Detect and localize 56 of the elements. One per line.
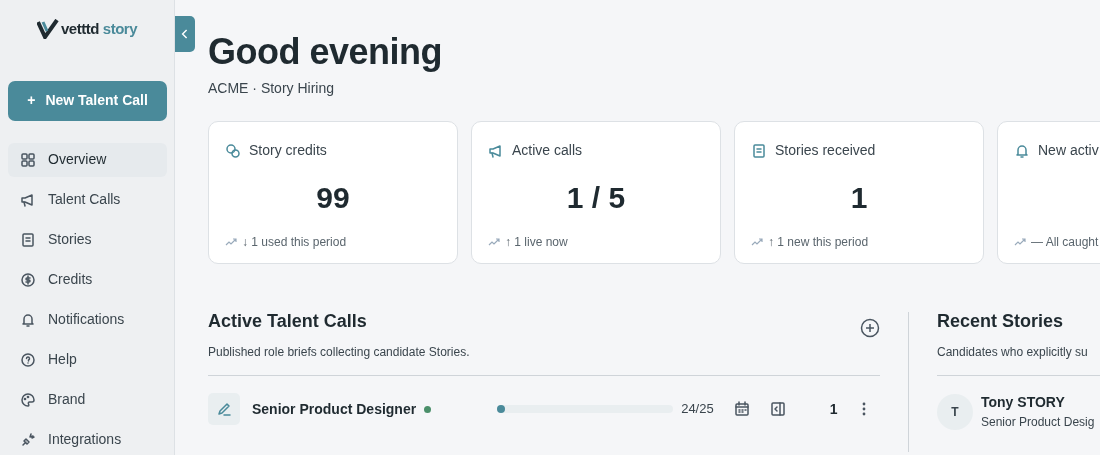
candidate-name: Tony STORY <box>981 393 1065 412</box>
plug-icon <box>20 431 36 448</box>
story-count: 1 <box>829 399 838 419</box>
section-subtitle: Published role briefs collecting candidate Stories. <box>208 344 470 361</box>
nav-item[interactable]: Stories <box>8 222 167 257</box>
grid-icon <box>20 151 36 168</box>
call-title: Senior Product Designer <box>252 399 417 419</box>
megaphone-icon <box>488 142 504 159</box>
book-icon <box>751 142 767 159</box>
candidate-role: Senior Product Desig <box>981 414 1095 431</box>
logo: vetttd story <box>37 18 137 41</box>
nav-item[interactable]: Help <box>8 342 167 377</box>
palette-icon <box>20 391 36 408</box>
stat-label: New activ <box>1038 141 1099 160</box>
stat-value: 1 / 5 <box>566 180 626 215</box>
stat-value: 99 <box>316 180 350 215</box>
help-icon <box>20 351 36 368</box>
stat-trend: ↑ 1 new this period <box>768 234 869 251</box>
section-title: Recent Stories <box>937 310 1064 333</box>
nav-item[interactable]: Overview <box>8 142 167 177</box>
stat-trend: ↓ 1 used this period <box>242 234 347 251</box>
stat-label: Story credits <box>249 141 327 160</box>
bell-icon <box>1014 142 1030 159</box>
stat-trend: — All caught <box>1031 234 1099 251</box>
more-options-button[interactable] <box>861 402 866 416</box>
section-subtitle: Candidates who explicitly su <box>937 344 1088 361</box>
stat-label: Active calls <box>512 141 583 160</box>
trend-icon <box>1014 238 1026 246</box>
calendar-button[interactable] <box>733 401 750 417</box>
nav-item[interactable]: Integrations <box>8 422 167 455</box>
stat-trend: ↑ 1 live now <box>505 234 568 251</box>
page-title: Good evening <box>208 30 443 74</box>
page-subtitle: ACME · Story Hiring <box>208 79 335 98</box>
edit-button[interactable] <box>208 393 240 425</box>
pencil-icon <box>216 401 232 417</box>
section-title: Active Talent Calls <box>208 310 367 333</box>
new-talent-call-button[interactable]: + New Talent Call <box>8 80 167 121</box>
trend-icon <box>225 238 237 246</box>
panel-button[interactable] <box>769 401 786 417</box>
trend-icon <box>751 238 763 246</box>
chevron-left-icon <box>181 28 189 40</box>
nav-item[interactable]: Talent Calls <box>8 182 167 217</box>
avatar: T <box>937 393 973 430</box>
megaphone-icon <box>20 191 36 208</box>
dollar-icon <box>20 271 36 288</box>
stat-label: Stories received <box>775 141 876 160</box>
nav-item[interactable]: Brand <box>8 382 167 417</box>
coins-icon <box>225 142 241 159</box>
trend-icon <box>488 238 500 246</box>
bell-icon <box>20 311 36 328</box>
progress-count: 24/25 <box>681 400 714 419</box>
stat-value: 1 <box>850 180 868 215</box>
nav-item[interactable]: Credits <box>8 262 167 297</box>
collapse-sidebar-button[interactable] <box>175 16 195 52</box>
book-icon <box>20 231 36 248</box>
nav-item[interactable]: Notifications <box>8 302 167 337</box>
